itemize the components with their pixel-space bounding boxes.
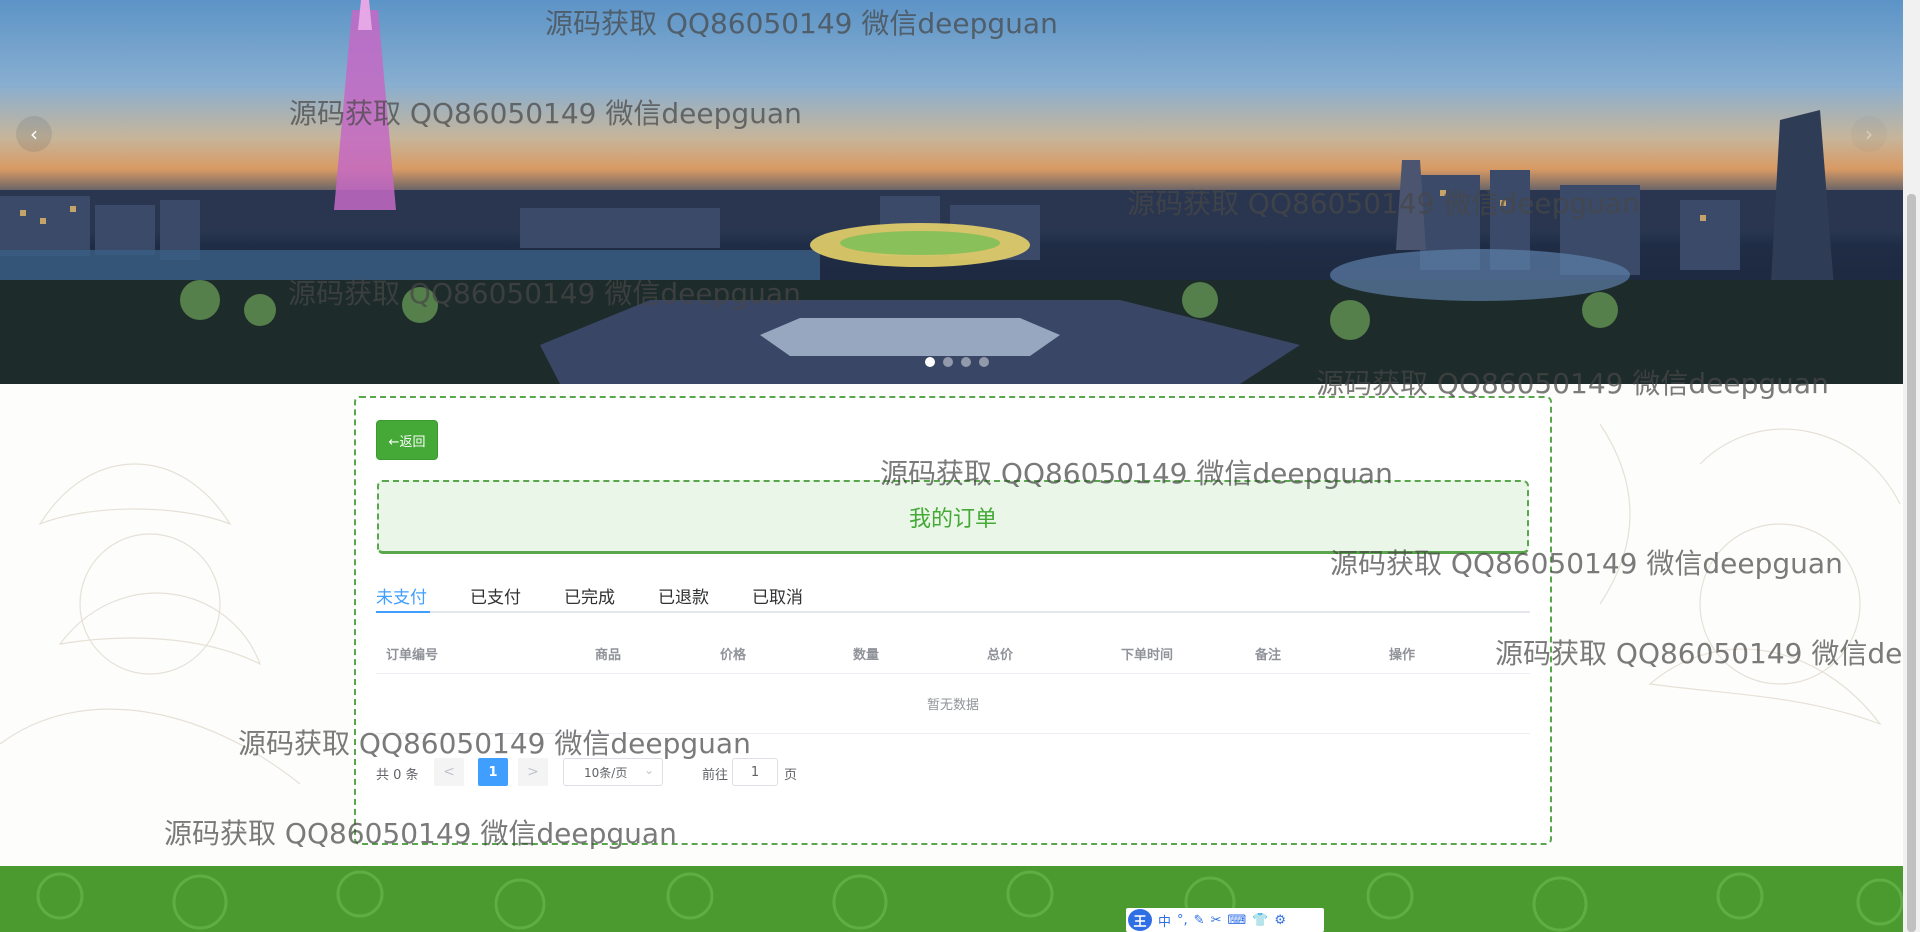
carousel-dot[interactable] xyxy=(979,357,989,367)
ime-logo-icon[interactable]: 王 xyxy=(1128,909,1152,931)
chevron-down-icon: ⌄ xyxy=(643,763,654,777)
column-header: 总价 xyxy=(987,648,1014,663)
order-status-tabs: 未支付 已支付 已完成 已退款 已取消 xyxy=(376,583,1530,613)
page-size-value: 10条/页 xyxy=(584,765,628,780)
carousel-prev-button[interactable]: ‹ xyxy=(16,116,52,152)
ime-toolbar: 王 中 °, ✎ ✂ ⌨ 👕 ⚙ xyxy=(1126,908,1324,932)
column-header: 价格 xyxy=(720,648,747,663)
goto-page-input[interactable]: 1 xyxy=(732,758,778,786)
settings-icon[interactable]: ⚙ xyxy=(1274,913,1286,928)
tab-refunded[interactable]: 已退款 xyxy=(658,583,709,613)
pagination: 共 0 条 < 1 > 10条/页 ⌄ 前往 1 页 xyxy=(376,758,876,786)
column-header: 订单编号 xyxy=(386,648,439,663)
vertical-scrollbar[interactable] xyxy=(1903,0,1920,932)
orders-table: 订单编号 商品 价格 数量 总价 下单时间 备注 操作 暂无数据 xyxy=(376,630,1530,734)
orders-card: ←返回 我的订单 未支付 已支付 已完成 已退款 已取消 订单编号 商品 价格 … xyxy=(354,396,1552,845)
carousel-dot[interactable] xyxy=(925,357,935,367)
column-header: 操作 xyxy=(1389,648,1416,663)
goto-label: 前往 xyxy=(702,768,729,783)
tab-completed[interactable]: 已完成 xyxy=(564,583,615,613)
page: ‹ › ←返回 我的订单 未支付 已支付 已完成 已退款 已取消 订单编号 商品… xyxy=(0,0,1920,932)
handwriting-icon[interactable]: ✎ xyxy=(1194,913,1205,928)
total-count: 共 0 条 xyxy=(376,768,419,783)
page-size-select[interactable]: 10条/页 ⌄ xyxy=(563,758,663,786)
skin-icon[interactable]: 👕 xyxy=(1252,913,1268,928)
banner-carousel: ‹ › xyxy=(0,0,1903,384)
tab-unpaid[interactable]: 未支付 xyxy=(376,583,427,613)
footer-pattern xyxy=(36,870,1903,932)
keyboard-icon[interactable]: ⌨ xyxy=(1227,913,1246,928)
column-header: 商品 xyxy=(595,648,622,663)
column-header: 下单时间 xyxy=(1121,648,1174,663)
scissors-icon[interactable]: ✂ xyxy=(1211,913,1222,928)
tab-paid[interactable]: 已支付 xyxy=(470,583,521,613)
tab-cancelled[interactable]: 已取消 xyxy=(752,583,803,613)
page-unit-label: 页 xyxy=(784,768,798,783)
city-night-image xyxy=(0,0,1903,384)
column-header: 备注 xyxy=(1255,648,1282,663)
page-title: 我的订单 xyxy=(908,506,997,532)
active-tab-indicator xyxy=(376,611,430,613)
table-empty-state: 暂无数据 xyxy=(376,674,1530,734)
prev-page-button[interactable]: < xyxy=(434,758,464,786)
punctuation-icon[interactable]: °, xyxy=(1177,913,1188,928)
page-number-current[interactable]: 1 xyxy=(478,758,508,786)
empty-text: 暂无数据 xyxy=(926,698,979,713)
carousel-dot[interactable] xyxy=(961,357,971,367)
table-header: 订单编号 商品 价格 数量 总价 下单时间 备注 操作 xyxy=(376,630,1530,674)
carousel-indicators xyxy=(925,357,989,367)
carousel-next-button[interactable]: › xyxy=(1851,116,1887,152)
ime-mode-toggle[interactable]: 中 xyxy=(1158,911,1171,930)
footer xyxy=(0,866,1903,932)
back-button[interactable]: ←返回 xyxy=(376,420,438,460)
page-title-box: 我的订单 xyxy=(377,480,1529,554)
next-page-button[interactable]: > xyxy=(518,758,548,786)
scrollbar-thumb[interactable] xyxy=(1907,194,1916,932)
carousel-dot[interactable] xyxy=(943,357,953,367)
column-header: 数量 xyxy=(853,648,880,663)
